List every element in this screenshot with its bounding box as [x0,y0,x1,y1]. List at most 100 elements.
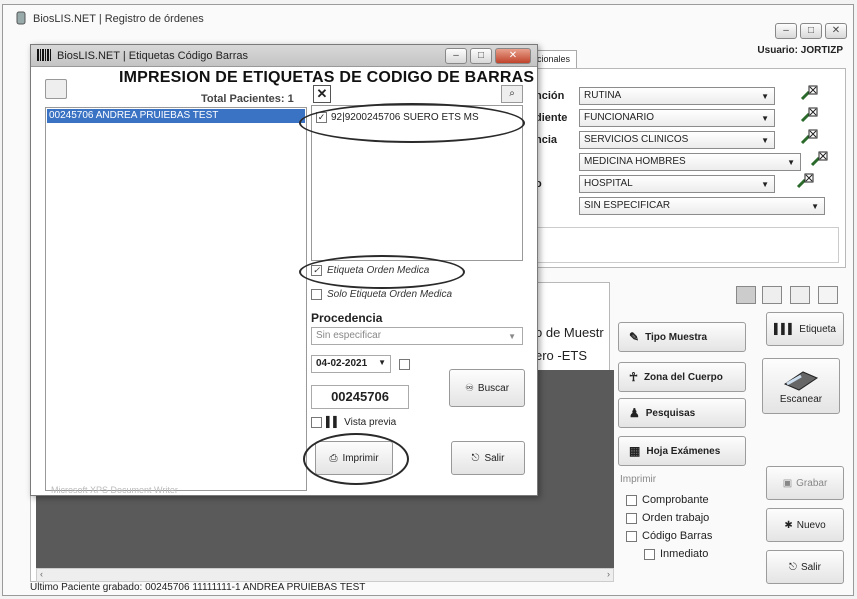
patient-type-select[interactable]: FUNCIONARIO ▼ [579,109,775,127]
total-patients-label: Total Pacientes: 1 [201,93,294,105]
grid-cell[interactable]: ero -ETS [535,348,615,368]
app-icon [16,11,26,25]
service-select[interactable]: MEDICINA HOMBRES ▼ [579,153,801,171]
buscar-button[interactable]: ♾ Buscar [449,369,525,407]
dialog-title: BiosLIS.NET | Etiquetas Código Barras [57,50,248,62]
label-list[interactable]: ✓ 92|9200245706 SUERO ETS MS [311,105,523,261]
print-codigo-barras-option[interactable]: Código Barras [626,530,712,542]
checkbox[interactable]: ✓ [311,265,322,276]
label-item-text: 92|9200245706 SUERO ETS MS [331,112,479,123]
select-value: HOSPITAL [584,178,633,189]
search-icon[interactable]: ⌕ [501,85,523,103]
people-icon[interactable] [762,286,782,304]
checkbox[interactable]: ✓ [316,112,327,123]
salir-button[interactable]: ⎋ Salir [766,550,844,584]
etiqueta-button[interactable]: ▌▌▌ Etiqueta [766,312,844,346]
checkbox[interactable] [626,530,637,542]
button-label: Salir [484,452,505,464]
print-orden-trabajo-option[interactable]: Orden trabajo [626,512,709,524]
edit-clear-icon[interactable] [799,129,819,147]
form-row: nción RUTINA ▼ [527,85,847,105]
pesquisas-button[interactable]: ♟ Pesquisas [618,398,746,428]
syringe-icon: ✎ [629,330,640,344]
location-select[interactable]: HOSPITAL ▼ [579,175,775,193]
print-inmediato-option[interactable]: Inmediato [644,548,708,560]
form-label: ncia [535,134,558,146]
printer-settings-icon[interactable] [45,79,67,99]
solo-etiqueta-orden-medica-checkbox[interactable]: Solo Etiqueta Orden Medica [311,289,452,300]
checkbox[interactable] [311,289,322,300]
scanner-icon [783,370,819,391]
checkbox[interactable] [626,512,637,524]
button-label: Pesquisas [645,407,696,419]
checkbox[interactable] [626,494,637,506]
chevron-down-icon: ▼ [761,92,769,101]
exit-icon: ⎋ [471,452,480,464]
notes-textarea[interactable] [535,227,839,263]
option-label: Código Barras [642,530,713,542]
origin-select[interactable]: SERVICIOS CLINICOS ▼ [579,131,775,149]
main-window-title: BiosLIS.NET | Registro de órdenes [33,13,204,25]
date-picker[interactable]: 04-02-2021 ▼ [311,355,391,373]
dialog-window-controls: – □ ✕ [445,48,531,64]
maximize-button[interactable]: □ [800,23,822,39]
grabar-button[interactable]: ▣ Grabar [766,466,844,500]
printer-icon: ⎙ [329,452,338,464]
list-item[interactable]: 00245706 ANDREA PRUIEBAS TEST [47,109,305,123]
clear-selection-button[interactable]: ✕ [313,85,331,103]
close-button[interactable]: ✕ [495,48,531,64]
hoja-examenes-button[interactable]: ▦ Hoja Exámenes [618,436,746,466]
salir-dialog-button[interactable]: ⎋ Salir [451,441,525,475]
people-icon: ♟ [629,406,640,420]
imprimir-button[interactable]: ⎙ Imprimir [315,441,393,475]
barcode-icon: ▌▌▌ [774,323,796,335]
escanear-button[interactable]: Escanear [762,358,840,414]
user-label: Usuario: JORTIZP [757,45,843,56]
edit-clear-icon[interactable] [799,107,819,125]
scroll-right-icon[interactable]: › [607,569,610,579]
select-value: SERVICIOS CLINICOS [584,134,689,145]
form-row: SIN ESPECIFICAR ▼ [527,197,847,215]
close-button[interactable]: ✕ [825,23,847,39]
edit-clear-icon[interactable] [795,173,815,191]
label-item[interactable]: ✓ 92|9200245706 SUERO ETS MS [316,112,479,123]
hourglass-icon[interactable] [818,286,838,304]
zona-cuerpo-button[interactable]: ☥ Zona del Cuerpo [618,362,746,392]
print-comprobante-option[interactable]: Comprobante [626,494,709,506]
printer-name-label: Microsoft XPS Document Writer [51,485,178,495]
option-label: Comprobante [642,494,709,506]
select-value: RUTINA [584,90,622,101]
etiqueta-orden-medica-checkbox[interactable]: ✓ Etiqueta Orden Medica [311,265,429,276]
barcode-icon: ▌▌ [326,417,341,428]
minimize-button[interactable]: – [775,23,797,39]
option-label: Orden trabajo [642,512,710,524]
nuevo-button[interactable]: ✱ Nuevo [766,508,844,542]
chart-icon[interactable] [790,286,810,304]
specify-select[interactable]: SIN ESPECIFICAR ▼ [579,197,825,215]
order-form-panel: nción RUTINA ▼ diente FUNCIONARIO ▼ ncia… [526,68,846,268]
patients-icon[interactable] [736,286,756,304]
checkbox[interactable] [311,417,322,428]
chevron-down-icon: ▼ [508,332,516,341]
maximize-button[interactable]: □ [470,48,492,64]
minimize-button[interactable]: – [445,48,467,64]
checkbox[interactable] [644,548,655,560]
scroll-left-icon[interactable]: ‹ [40,569,43,579]
edit-clear-icon[interactable] [809,151,829,169]
edit-clear-icon[interactable] [799,85,819,103]
vista-previa-checkbox[interactable]: ▌▌ Vista previa [311,417,396,428]
button-label: Etiqueta [799,323,836,335]
button-label: Salir [800,561,821,573]
attention-type-select[interactable]: RUTINA ▼ [579,87,775,105]
chevron-down-icon: ▼ [761,136,769,145]
select-value: FUNCIONARIO [584,112,654,123]
date-checkbox[interactable] [399,359,410,370]
patient-list[interactable]: 00245706 ANDREA PRUIEBAS TEST [45,107,307,491]
chevron-down-icon: ▼ [761,180,769,189]
patient-id-input[interactable]: 00245706 [311,385,409,409]
binoculars-icon: ♾ [464,382,474,394]
button-label: Hoja Exámenes [646,445,721,457]
procedencia-select[interactable]: Sin especificar ▼ [311,327,523,345]
tipo-muestra-button[interactable]: ✎ Tipo Muestra [618,322,746,352]
form-label: nción [535,90,565,102]
